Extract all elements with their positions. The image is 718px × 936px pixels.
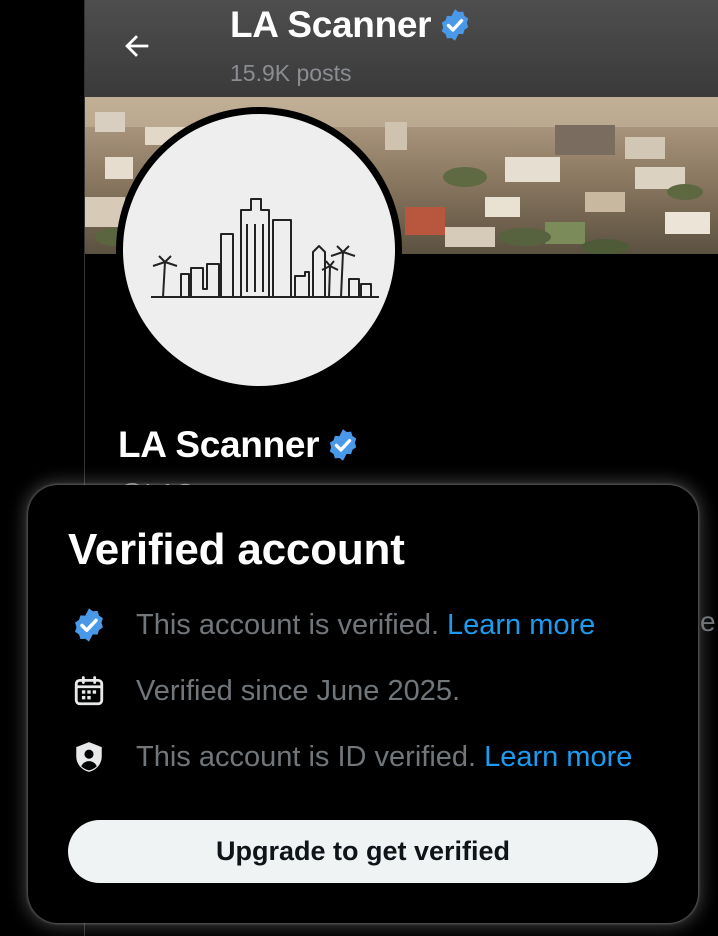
verified-row: This account is verified. Learn more (68, 604, 595, 646)
profile-name: LA Scanner (118, 424, 361, 466)
verified-badge-icon[interactable] (325, 427, 361, 463)
calendar-icon (68, 670, 110, 712)
header-title: LA Scanner (230, 4, 473, 46)
verified-since-row: Verified since June 2025. (68, 670, 460, 712)
profile-header: LA Scanner 15.9K posts (85, 0, 718, 97)
posts-count: 15.9K posts (230, 60, 352, 86)
verified-badge-icon (68, 604, 110, 646)
learn-more-link-id[interactable]: Learn more (484, 741, 632, 774)
learn-more-link-verified[interactable]: Learn more (447, 609, 595, 642)
back-button[interactable] (115, 24, 159, 68)
verified-badge-icon (442, 9, 469, 41)
back-arrow-icon (125, 35, 149, 57)
verified-row-text: This account is verified. (136, 608, 440, 641)
profile-display-name: LA Scanner (118, 424, 320, 465)
id-verified-text: This account is ID verified. (136, 740, 477, 773)
profile-screen: LA Scanner 15.9K posts LA Scanner e Veri… (0, 0, 718, 936)
profile-avatar[interactable] (116, 107, 402, 393)
la-skyline-logo-icon (151, 198, 379, 298)
upgrade-to-get-verified-button[interactable]: Upgrade to get verified (68, 820, 658, 883)
avatar-image (123, 114, 395, 386)
verified-account-popover: Verified account This account is verifie… (28, 485, 698, 923)
verified-since-text: Verified since June 2025. (136, 674, 461, 707)
popover-title: Verified account (68, 525, 405, 574)
id-verified-row: This account is ID verified. Learn more (68, 736, 632, 778)
header-name: LA Scanner (230, 4, 432, 45)
clipped-text: e (700, 606, 716, 637)
id-shield-icon (68, 736, 110, 778)
